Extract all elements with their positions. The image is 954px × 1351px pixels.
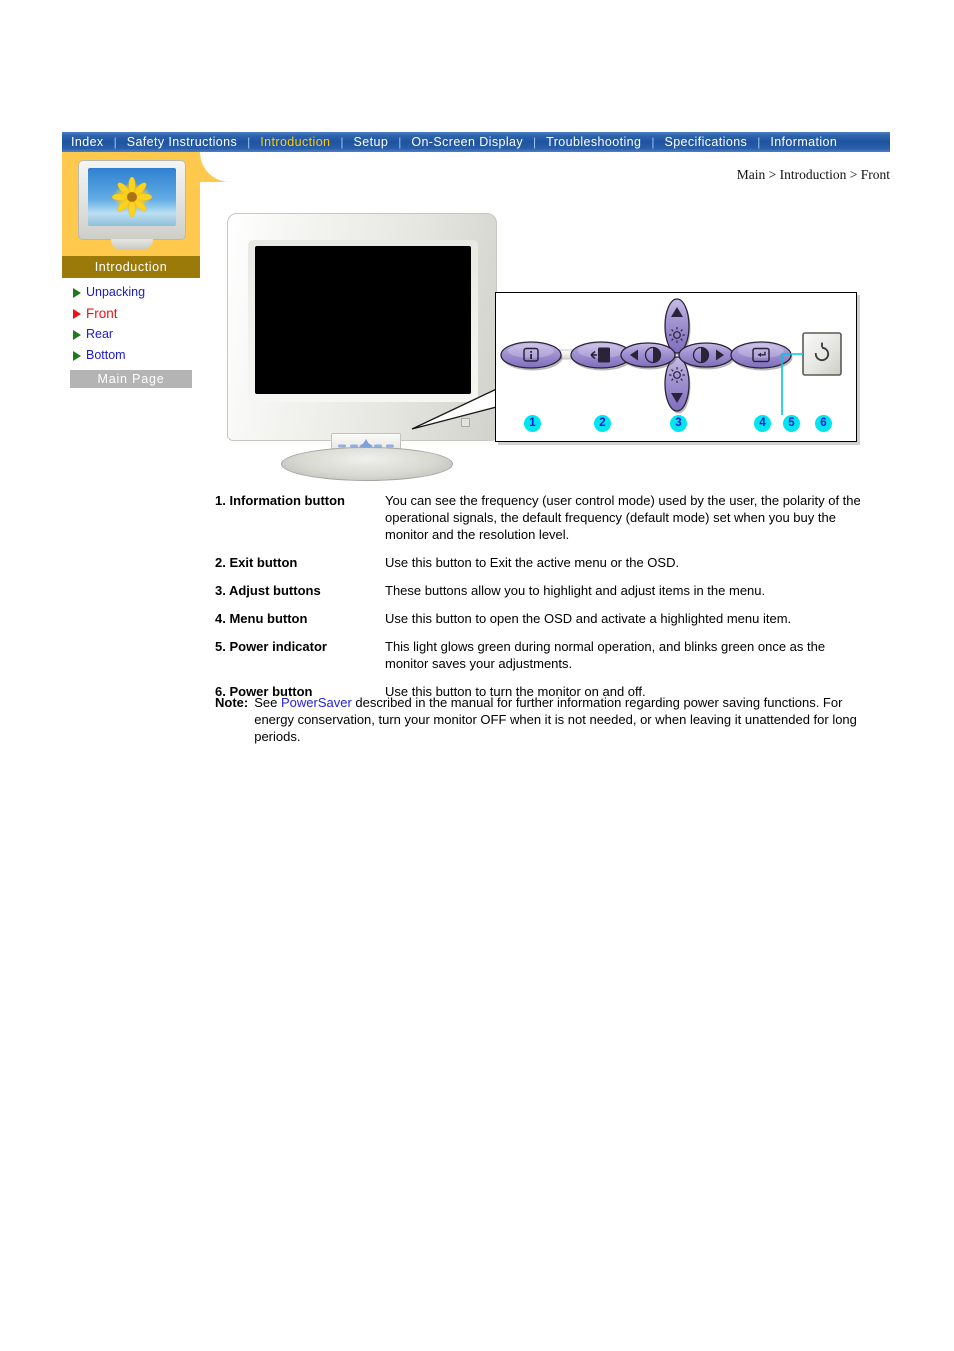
nav-item-safety-instructions[interactable]: Safety Instructions: [118, 132, 246, 152]
note-block: Note: See PowerSaver described in the ma…: [215, 694, 865, 745]
nav-item-troubleshooting[interactable]: Troubleshooting: [537, 132, 650, 152]
description-row: 5. Power indicator This light glows gree…: [215, 638, 865, 672]
callout-number-6: 6: [815, 415, 832, 432]
sidebar-thumbnail-panel: Introduction: [62, 152, 230, 278]
front-controls-detail-panel: 1 2 3 4 5 6: [495, 292, 857, 442]
description-term: 3. Adjust buttons: [215, 583, 321, 598]
sidebar-item-label: Front: [86, 306, 118, 321]
description-row: 2. Exit button Use this button to Exit t…: [215, 554, 865, 571]
description-term: 4. Menu button: [215, 611, 308, 626]
sidebar-item-label: Rear: [86, 327, 114, 341]
thumbnail-monitor-bezel: [78, 160, 186, 240]
sidebar: Introduction Unpacking Front Rear Bottom…: [62, 152, 230, 388]
callout-number-5: 5: [783, 415, 800, 432]
information-button-illustration: [500, 341, 563, 371]
description-term: 5. Power indicator: [215, 639, 327, 654]
triangle-bullet-icon: [73, 288, 81, 298]
callout-number-2: 2: [594, 415, 611, 432]
nav-item-on-screen-display[interactable]: On-Screen Display: [402, 132, 532, 152]
note-body: See PowerSaver described in the manual f…: [254, 694, 865, 745]
monitor-stand-base: [281, 447, 453, 481]
power-button-illustration: [802, 332, 842, 376]
nav-item-specifications[interactable]: Specifications: [655, 132, 756, 152]
note-text-before-link: See: [254, 695, 281, 710]
monitor-screen: [255, 246, 471, 394]
description-row: 3. Adjust buttons These buttons allow yo…: [215, 582, 865, 599]
sidebar-item-rear[interactable]: Rear: [62, 324, 200, 345]
triangle-bullet-icon: [73, 309, 81, 319]
thumbnail-brand-strip: [88, 231, 176, 235]
sidebar-corner-curve: [200, 152, 230, 182]
sidebar-item-label: Unpacking: [86, 285, 146, 299]
description-definition: You can see the frequency (user control …: [385, 493, 861, 542]
nav-item-setup[interactable]: Setup: [345, 132, 398, 152]
triangle-bullet-icon: [73, 330, 81, 340]
main-page-button[interactable]: Main Page: [70, 370, 192, 388]
thumbnail-monitor-stand: [111, 239, 153, 250]
sunflower-icon: [111, 177, 153, 217]
sidebar-item-unpacking[interactable]: Unpacking: [62, 282, 200, 303]
menu-button-illustration: [730, 341, 793, 371]
main-navigation-bar: Index | Safety Instructions | Introducti…: [62, 132, 890, 152]
sidebar-item-bottom[interactable]: Bottom: [62, 345, 200, 366]
description-term: 1. Information button: [215, 493, 345, 508]
sidebar-section-label: Introduction: [62, 256, 200, 278]
sidebar-item-label: Bottom: [86, 348, 126, 362]
sidebar-monitor-thumbnail: [78, 160, 186, 252]
callout-number-3: 3: [670, 415, 687, 432]
description-definition: Use this button to open the OSD and acti…: [385, 611, 792, 626]
sidebar-link-list: Unpacking Front Rear Bottom: [62, 282, 200, 366]
description-definition: This light glows green during normal ope…: [385, 639, 826, 671]
adjust-buttons-illustration: [620, 298, 735, 414]
nav-item-information[interactable]: Information: [761, 132, 846, 152]
description-row: 1. Information button You can see the fr…: [215, 492, 865, 543]
callout-number-4: 4: [754, 415, 771, 432]
triangle-bullet-icon: [73, 351, 81, 361]
powersaver-link[interactable]: PowerSaver: [281, 695, 352, 710]
sidebar-item-front[interactable]: Front: [62, 303, 200, 324]
thumbnail-monitor-screen: [88, 168, 176, 226]
front-controls-description-list: 1. Information button You can see the fr…: [215, 492, 865, 711]
nav-item-index[interactable]: Index: [62, 132, 113, 152]
note-label: Note:: [215, 695, 249, 710]
breadcrumb: Main > Introduction > Front: [736, 167, 890, 182]
monitor-front-figure: 1 2 3 4 5 6: [225, 205, 865, 481]
description-term: 2. Exit button: [215, 555, 298, 570]
callout-number-1: 1: [524, 415, 541, 432]
description-definition: These buttons allow you to highlight and…: [385, 583, 766, 598]
nav-item-introduction[interactable]: Introduction: [251, 132, 339, 152]
description-row: 4. Menu button Use this button to open t…: [215, 610, 865, 627]
description-definition: Use this button to Exit the active menu …: [385, 555, 680, 570]
